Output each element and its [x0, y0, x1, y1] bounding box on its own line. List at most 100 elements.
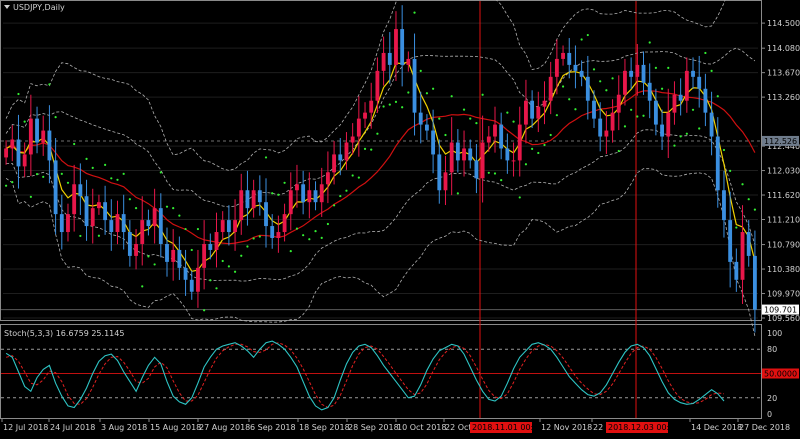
time-tick-label: 14 Dec 2018	[691, 423, 742, 432]
candle-body	[35, 118, 39, 143]
sar-dot	[549, 133, 552, 137]
candle-body	[264, 202, 268, 227]
trading-chart[interactable]: 114.500114.080113.670113.260112.440112.0…	[0, 0, 800, 439]
sar-dot	[500, 179, 503, 182]
price-tick-label: 113.670	[767, 69, 800, 78]
sar-dot	[685, 132, 688, 135]
sar-dot	[611, 77, 614, 80]
price-tick-label: 109.560	[767, 314, 800, 323]
candle-body	[53, 160, 58, 215]
sar-dot	[407, 91, 410, 94]
sar-dot	[227, 265, 230, 268]
stoch-level-label: 50.0000	[764, 370, 797, 379]
candle-body	[629, 70, 634, 77]
sar-dot	[518, 196, 521, 199]
sar-dot	[531, 147, 534, 151]
sar-dot	[339, 194, 342, 198]
candle-body	[703, 88, 708, 113]
candle-body	[363, 112, 367, 119]
candle-body	[567, 52, 572, 65]
sar-dot	[308, 238, 311, 241]
candle-body	[115, 214, 120, 233]
candle-body	[610, 112, 615, 131]
candle-body	[387, 52, 392, 65]
time-tick-label: 3 Aug 2018	[101, 423, 147, 432]
sar-dot	[128, 198, 131, 201]
sar-dot	[23, 120, 26, 123]
candle-body	[666, 112, 671, 137]
sar-dot	[462, 108, 466, 111]
time-tick-label: 12 Jul 2018	[3, 423, 48, 432]
sar-dot	[351, 174, 354, 177]
sar-dot	[438, 117, 441, 120]
sar-dot	[524, 163, 528, 166]
sar-dot	[159, 171, 162, 174]
candle-body	[109, 220, 114, 233]
candle-body	[282, 214, 287, 233]
sar-dot	[54, 116, 57, 119]
sar-dot	[574, 108, 577, 111]
candle-body	[530, 100, 535, 119]
sar-dot	[747, 198, 750, 201]
time-tick-label: 18 Sep 2018	[299, 423, 350, 432]
sar-dot	[729, 169, 732, 172]
sar-dot	[326, 222, 329, 226]
candle-body	[59, 214, 64, 233]
sar-dot	[444, 133, 447, 137]
candle-body	[746, 232, 751, 256]
sar-dot	[221, 259, 224, 263]
candle-body	[752, 255, 757, 310]
candle-body	[381, 52, 386, 71]
sar-dot	[314, 230, 317, 233]
candle-body	[462, 148, 466, 161]
symbol-title-group[interactable]: USDJPY,Daily	[4, 3, 65, 12]
sar-dot	[506, 111, 509, 114]
candle-body	[554, 58, 559, 77]
candle-body	[641, 64, 646, 83]
candle-body	[121, 214, 126, 233]
sar-dot	[233, 270, 237, 273]
candle-body	[301, 184, 306, 203]
candle-body	[196, 267, 200, 292]
candle-body	[288, 190, 293, 215]
sar-dot	[134, 207, 138, 210]
candle-body	[678, 94, 683, 101]
candle-body	[97, 202, 101, 209]
separator-date-label: 2018.12.03 00:00	[608, 423, 679, 432]
sar-dot	[147, 255, 150, 258]
candle-body	[16, 139, 21, 167]
sar-dot	[153, 263, 156, 266]
sar-dot	[698, 127, 701, 130]
sar-dot	[29, 195, 32, 198]
time-tick-label: 12 Nov 2018	[541, 423, 592, 432]
candle-body	[709, 112, 714, 137]
candle-body	[443, 172, 448, 191]
candle-body	[152, 208, 157, 227]
candle-body	[251, 190, 256, 209]
candle-body	[604, 130, 609, 137]
sar-dot	[537, 151, 540, 155]
candle-body	[412, 58, 417, 113]
sar-dot	[654, 66, 657, 69]
candle-body	[220, 220, 225, 233]
sar-dot	[561, 85, 565, 88]
candle-body	[548, 76, 553, 101]
candle-body	[653, 100, 658, 125]
candle-body	[431, 130, 436, 155]
sar-dot	[240, 254, 243, 257]
candle-body	[715, 136, 720, 191]
candle-body	[424, 124, 429, 131]
sar-dot	[11, 181, 14, 184]
sar-dot	[264, 156, 268, 159]
candle-body	[140, 220, 145, 244]
candle-body	[418, 112, 423, 125]
sar-dot	[246, 245, 249, 248]
sar-dot	[172, 207, 175, 210]
candle-body	[660, 124, 664, 137]
sar-dot	[741, 183, 744, 186]
time-tick-label: 15 Aug 2018	[150, 423, 201, 432]
candle-body	[598, 118, 603, 137]
candle-body	[165, 243, 169, 262]
sar-dot	[555, 114, 558, 117]
time-tick-label: 6 Sep 2018	[250, 423, 296, 432]
